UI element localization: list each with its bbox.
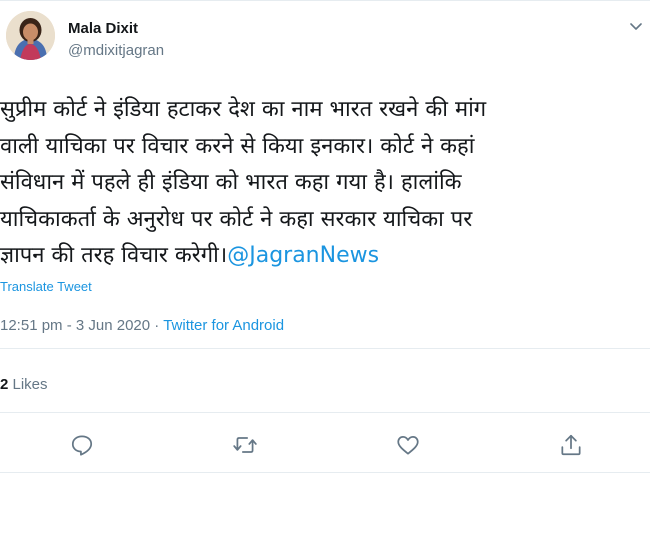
retweet-icon[interactable] xyxy=(232,432,258,458)
tweet-meta: 12:51 pm - 3 Jun 2020 · Twitter for Andr… xyxy=(0,317,284,334)
author-name[interactable]: Mala Dixit xyxy=(68,20,138,37)
translate-tweet-link[interactable]: Translate Tweet xyxy=(0,279,92,294)
tweet-text: सुप्रीम कोर्ट ने इंडिया हटाकर देश का नाम… xyxy=(0,92,650,275)
mention-link[interactable]: @JagranNews xyxy=(227,243,379,268)
author-handle[interactable]: @mdixitjagran xyxy=(68,42,164,59)
tweet-time[interactable]: 12:51 pm xyxy=(0,317,63,334)
share-icon[interactable] xyxy=(558,432,584,458)
divider xyxy=(0,348,650,349)
divider xyxy=(0,472,650,473)
reply-icon[interactable] xyxy=(69,432,95,458)
tweet-source[interactable]: Twitter for Android xyxy=(163,317,284,334)
top-border xyxy=(0,0,650,1)
meta-separator: - xyxy=(62,317,76,334)
heart-icon[interactable] xyxy=(395,432,421,458)
likes-label: Likes xyxy=(8,376,48,393)
likes-stat[interactable]: 2 Likes xyxy=(0,376,48,393)
tweet-date[interactable]: 3 Jun 2020 xyxy=(76,317,150,334)
avatar[interactable] xyxy=(6,11,55,60)
meta-separator: · xyxy=(150,317,164,334)
avatar-image xyxy=(6,11,55,60)
chevron-down-icon[interactable] xyxy=(628,18,644,34)
divider xyxy=(0,412,650,413)
